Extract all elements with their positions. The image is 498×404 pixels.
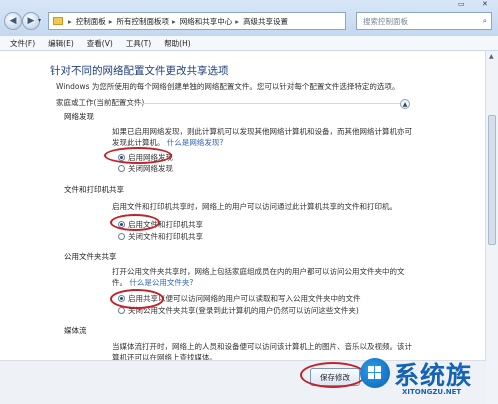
close-button[interactable]: ✕ [482, 0, 488, 10]
control-panel-window: ◀ ▶ ▾ ▸ 控制面板 ▸ 所有控制面板项 ▸ 网络和共享中心 ▸ 高级共享设… [0, 0, 498, 404]
back-button[interactable]: ◀ [4, 12, 22, 30]
watermark-logo: 系统族 XITONGZU.NET [360, 350, 498, 404]
menu-bar: 文件(F) 编辑(E) 查看(V) 工具(T) 帮助(H) [0, 36, 498, 51]
address-toolbar: ◀ ▶ ▾ ▸ 控制面板 ▸ 所有控制面板项 ▸ 网络和共享中心 ▸ 高级共享设… [0, 0, 498, 36]
breadcrumb-all-items[interactable]: 所有控制面板项 [117, 16, 170, 27]
file-sharing-off-option[interactable]: 关闭文件和打印机共享 [118, 231, 203, 242]
forward-arrow-icon: ▶ [27, 16, 35, 26]
watermark-url: XITONGZU.NET [402, 388, 462, 396]
breadcrumb-separator: ▸ [68, 16, 72, 26]
file-sharing-off-label: 关闭文件和打印机共享 [128, 232, 203, 241]
breadcrumb-advanced-sharing[interactable]: 高级共享设置 [243, 16, 288, 27]
recent-pages-dropdown[interactable]: ▾ [38, 17, 41, 24]
watermark-brand: 系统族 [394, 361, 473, 390]
file-sharing-text: 启用文件和打印机共享时，网络上的用户可以访问通过此计算机共享的文件和打印机。 [112, 202, 397, 211]
public-sharing-off-label: 关闭公用文件夹共享(登录到此计算机的用户仍然可以访问这些文件夹) [128, 306, 359, 315]
search-box[interactable]: 搜索控制面板 ⌕ [356, 12, 492, 30]
red-annotation-circle [110, 289, 164, 309]
public-sharing-text: 打开公用文件夹共享时，网络上包括家庭组成员在内的用户都可以访问公用文件夹中的文件… [112, 266, 412, 288]
address-bar[interactable]: ▸ 控制面板 ▸ 所有控制面板项 ▸ 网络和共享中心 ▸ 高级共享设置 [48, 12, 346, 30]
menu-tools[interactable]: 工具(T) [126, 38, 151, 49]
menu-help[interactable]: 帮助(H) [164, 38, 191, 49]
radio-unselected[interactable] [118, 233, 125, 240]
discovery-off-option[interactable]: 关闭网络发现 [118, 163, 173, 174]
search-input[interactable]: 搜索控制面板 [363, 16, 408, 27]
discovery-description: 如果已启用网络发现，则此计算机可以发现其他网络计算机和设备，而其他网络计算机亦可… [112, 127, 412, 147]
discovery-text: 如果已启用网络发现，则此计算机可以发现其他网络计算机和设备，而其他网络计算机亦可… [112, 126, 412, 148]
menu-edit[interactable]: 编辑(E) [48, 38, 74, 49]
chevron-up-icon: ▲ [402, 100, 408, 108]
breadcrumb-control-panel[interactable]: 控制面板 [76, 16, 106, 27]
windows-flag-icon [368, 366, 382, 380]
divider [130, 103, 402, 104]
scroll-up-arrow-icon[interactable]: ▲ [489, 53, 494, 60]
discovery-off-label: 关闭网络发现 [128, 164, 173, 173]
red-annotation-circle [104, 147, 172, 164]
radio-unselected[interactable] [118, 165, 125, 172]
maximize-button[interactable]: ▭ [458, 0, 465, 10]
public-folder-help-link[interactable]: 什么是公用文件夹? [129, 278, 193, 287]
public-sharing-heading: 公用文件夹共享 [64, 252, 117, 261]
control-panel-icon [53, 17, 63, 25]
radio-unselected[interactable] [118, 307, 125, 314]
page-title: 针对不同的网络配置文件更改共享选项 [50, 65, 229, 77]
scrollbar-thumb[interactable] [488, 115, 496, 245]
menu-view[interactable]: 查看(V) [87, 38, 113, 49]
breadcrumb-separator: ▸ [235, 16, 240, 26]
file-sharing-heading: 文件和打印机共享 [64, 185, 124, 194]
media-heading: 媒体流 [64, 326, 87, 335]
page-description: Windows 为您所使用的每个网络创建单独的网络配置文件。您可以针对每个配置文… [56, 82, 400, 91]
discovery-heading: 网络发现 [64, 112, 94, 121]
red-annotation-circle [300, 362, 366, 388]
discovery-help-link[interactable]: 什么是网络发现? [167, 138, 223, 147]
search-icon[interactable]: ⌕ [483, 16, 487, 26]
breadcrumb-separator: ▸ [108, 16, 113, 26]
menu-file[interactable]: 文件(F) [10, 38, 35, 49]
back-arrow-icon: ◀ [9, 16, 17, 26]
breadcrumb-network-center[interactable]: 网络和共享中心 [180, 16, 233, 27]
red-annotation-circle [110, 214, 160, 231]
breadcrumb-separator: ▸ [172, 16, 176, 26]
collapse-profile-button[interactable]: ▲ [400, 99, 410, 109]
